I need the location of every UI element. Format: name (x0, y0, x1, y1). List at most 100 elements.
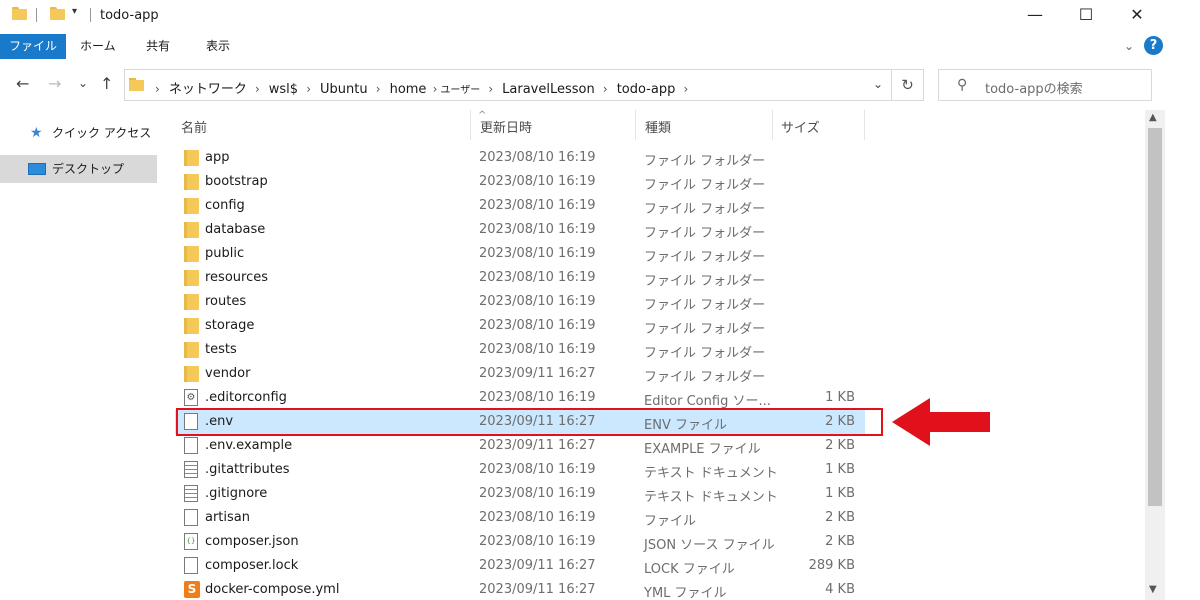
column-header-type[interactable]: 種類 (645, 117, 671, 136)
column-divider[interactable] (470, 110, 471, 140)
file-row[interactable]: app 2023/08/10 16:19 ファイル フォルダー (175, 146, 865, 170)
back-button[interactable]: ← (16, 74, 29, 93)
file-row[interactable]: resources 2023/08/10 16:19 ファイル フォルダー (175, 266, 865, 290)
folder-icon (184, 318, 199, 334)
chevron-right-icon: › (432, 82, 438, 96)
navigation-bar: ← → ⌄ ↑ › ネットワーク › wsl$ › Ubuntu › home › ユーザ… (0, 66, 1200, 104)
file-row[interactable]: tests 2023/08/10 16:19 ファイル フォルダー (175, 338, 865, 362)
file-name: public (205, 246, 245, 261)
star-icon: ★ (30, 125, 43, 141)
breadcrumb-ubuntu[interactable]: Ubuntu (320, 82, 368, 97)
breadcrumb-user[interactable]: ユーザー (440, 85, 480, 96)
title-bar: ▾ todo-app — ☐ ✕ (0, 0, 1200, 32)
minimize-button[interactable]: — (1012, 0, 1058, 30)
folder-icon (184, 342, 199, 358)
file-row[interactable]: .env.example 2023/09/11 16:27 EXAMPLE ファイル… (175, 434, 865, 458)
file-row[interactable]: vendor 2023/09/11 16:27 ファイル フォルダー (175, 362, 865, 386)
folder-icon (184, 222, 199, 238)
column-divider[interactable] (635, 110, 636, 140)
address-dropdown-icon[interactable]: ⌄ (873, 77, 883, 91)
breadcrumb-todo-app[interactable]: todo-app (617, 82, 676, 97)
column-headers: ^ 名前 更新日時 種類 サイズ (160, 110, 1140, 140)
up-button[interactable]: ↑ (100, 74, 113, 93)
vertical-scrollbar[interactable]: ▲ ▼ (1145, 110, 1165, 600)
file-date: 2023/08/10 16:19 (479, 486, 596, 501)
forward-button[interactable]: → (48, 74, 61, 93)
file-row[interactable]: storage 2023/08/10 16:19 ファイル フォルダー (175, 314, 865, 338)
chevron-right-icon: › (375, 82, 381, 96)
file-type: ファイル フォルダー (644, 370, 766, 385)
address-bar[interactable]: › ネットワーク › wsl$ › Ubuntu › home › ユーザー › Larav… (124, 69, 892, 101)
breadcrumb-home[interactable]: home (390, 82, 427, 97)
scroll-up-icon[interactable]: ▲ (1149, 112, 1157, 123)
search-input[interactable]: todo-appの検索 (985, 78, 1083, 97)
file-row[interactable]: composer.lock 2023/09/11 16:27 LOCK ファイル 28… (175, 554, 865, 578)
folder-icon (129, 78, 144, 91)
breadcrumb-wsl[interactable]: wsl$ (269, 82, 298, 97)
file-date: 2023/08/10 16:19 (479, 174, 596, 189)
file-date: 2023/08/10 16:19 (479, 510, 596, 525)
column-header-size[interactable]: サイズ (781, 117, 820, 136)
scroll-down-icon[interactable]: ▼ (1149, 584, 1157, 595)
file-row[interactable]: ⚙ .editorconfig 2023/08/10 16:19 Editor Con… (175, 386, 865, 410)
help-icon[interactable]: ? (1144, 36, 1163, 55)
file-icon (184, 437, 198, 454)
column-header-date[interactable]: 更新日時 (480, 117, 532, 136)
ribbon-expand-icon[interactable]: ⌄ (1124, 39, 1134, 53)
file-row[interactable]: database 2023/08/10 16:19 ファイル フォルダー (175, 218, 865, 242)
file-date: 2023/08/10 16:19 (479, 198, 596, 213)
file-type: EXAMPLE ファイル (644, 442, 761, 457)
column-divider[interactable] (864, 110, 865, 140)
folder-icon[interactable] (12, 7, 27, 20)
tab-file[interactable]: ファイル (0, 34, 66, 59)
file-row[interactable]: .gitignore 2023/08/10 16:19 テキスト ドキュメント 1 K… (175, 482, 865, 506)
text-document-icon (184, 461, 198, 478)
file-date: 2023/08/10 16:19 (479, 318, 596, 333)
sidebar-item-quick-access[interactable]: ★ クイック アクセス (0, 119, 157, 147)
file-row[interactable]: Sdocker-compose.yml 2023/09/11 16:27 YML フ… (175, 578, 865, 600)
tab-home[interactable]: ホーム (80, 34, 116, 59)
desktop-icon (28, 163, 46, 175)
file-date: 2023/09/11 16:27 (479, 366, 596, 381)
file-date: 2023/08/10 16:19 (479, 270, 596, 285)
recent-locations-icon[interactable]: ⌄ (78, 76, 88, 90)
search-box[interactable]: ⚲ todo-appの検索 (938, 69, 1152, 101)
file-date: 2023/08/10 16:19 (479, 342, 596, 357)
tab-view[interactable]: 表示 (206, 34, 230, 59)
file-type: JSON ソース ファイル (644, 538, 775, 553)
quick-access-dropdown-icon[interactable]: ▾ (72, 6, 77, 17)
file-name: bootstrap (205, 174, 268, 189)
navigation-pane: ★ クイック アクセス デスクトップ (0, 110, 160, 600)
maximize-button[interactable]: ☐ (1063, 0, 1109, 30)
file-date: 2023/08/10 16:19 (479, 534, 596, 549)
file-size: 2 KB (825, 534, 855, 549)
file-name: routes (205, 294, 247, 309)
breadcrumb-laravellesson[interactable]: LaravelLesson (502, 82, 595, 97)
file-size: 2 KB (825, 438, 855, 453)
file-row[interactable]: bootstrap 2023/08/10 16:19 ファイル フォルダー (175, 170, 865, 194)
file-type: ファイル フォルダー (644, 322, 766, 337)
close-button[interactable]: ✕ (1114, 0, 1160, 30)
file-row[interactable]: public 2023/08/10 16:19 ファイル フォルダー (175, 242, 865, 266)
file-row[interactable]: .gitattributes 2023/08/10 16:19 テキスト ドキュメン… (175, 458, 865, 482)
refresh-button[interactable]: ↻ (892, 69, 924, 101)
column-divider[interactable] (772, 110, 773, 140)
folder-icon (184, 294, 199, 310)
new-folder-icon[interactable] (50, 7, 65, 20)
file-row[interactable]: artisan 2023/08/10 16:19 ファイル 2 KB (175, 506, 865, 530)
file-row[interactable]: {} composer.json 2023/08/10 16:19 JSON ソース … (175, 530, 865, 554)
file-row[interactable]: routes 2023/08/10 16:19 ファイル フォルダー (175, 290, 865, 314)
breadcrumb-network[interactable]: ネットワーク (169, 82, 247, 97)
scrollbar-thumb[interactable] (1148, 128, 1162, 506)
column-header-name[interactable]: 名前 (181, 117, 207, 136)
file-date: 2023/08/10 16:19 (479, 462, 596, 477)
chevron-right-icon: › (254, 82, 260, 96)
chevron-right-icon: › (306, 82, 312, 96)
chevron-right-icon[interactable]: › (684, 82, 689, 96)
file-name: .editorconfig (205, 390, 287, 405)
sidebar-item-desktop[interactable]: デスクトップ (0, 155, 157, 183)
window-title: todo-app (100, 8, 159, 23)
chevron-right-icon: › (602, 82, 608, 96)
file-row[interactable]: config 2023/08/10 16:19 ファイル フォルダー (175, 194, 865, 218)
tab-share[interactable]: 共有 (146, 34, 170, 59)
